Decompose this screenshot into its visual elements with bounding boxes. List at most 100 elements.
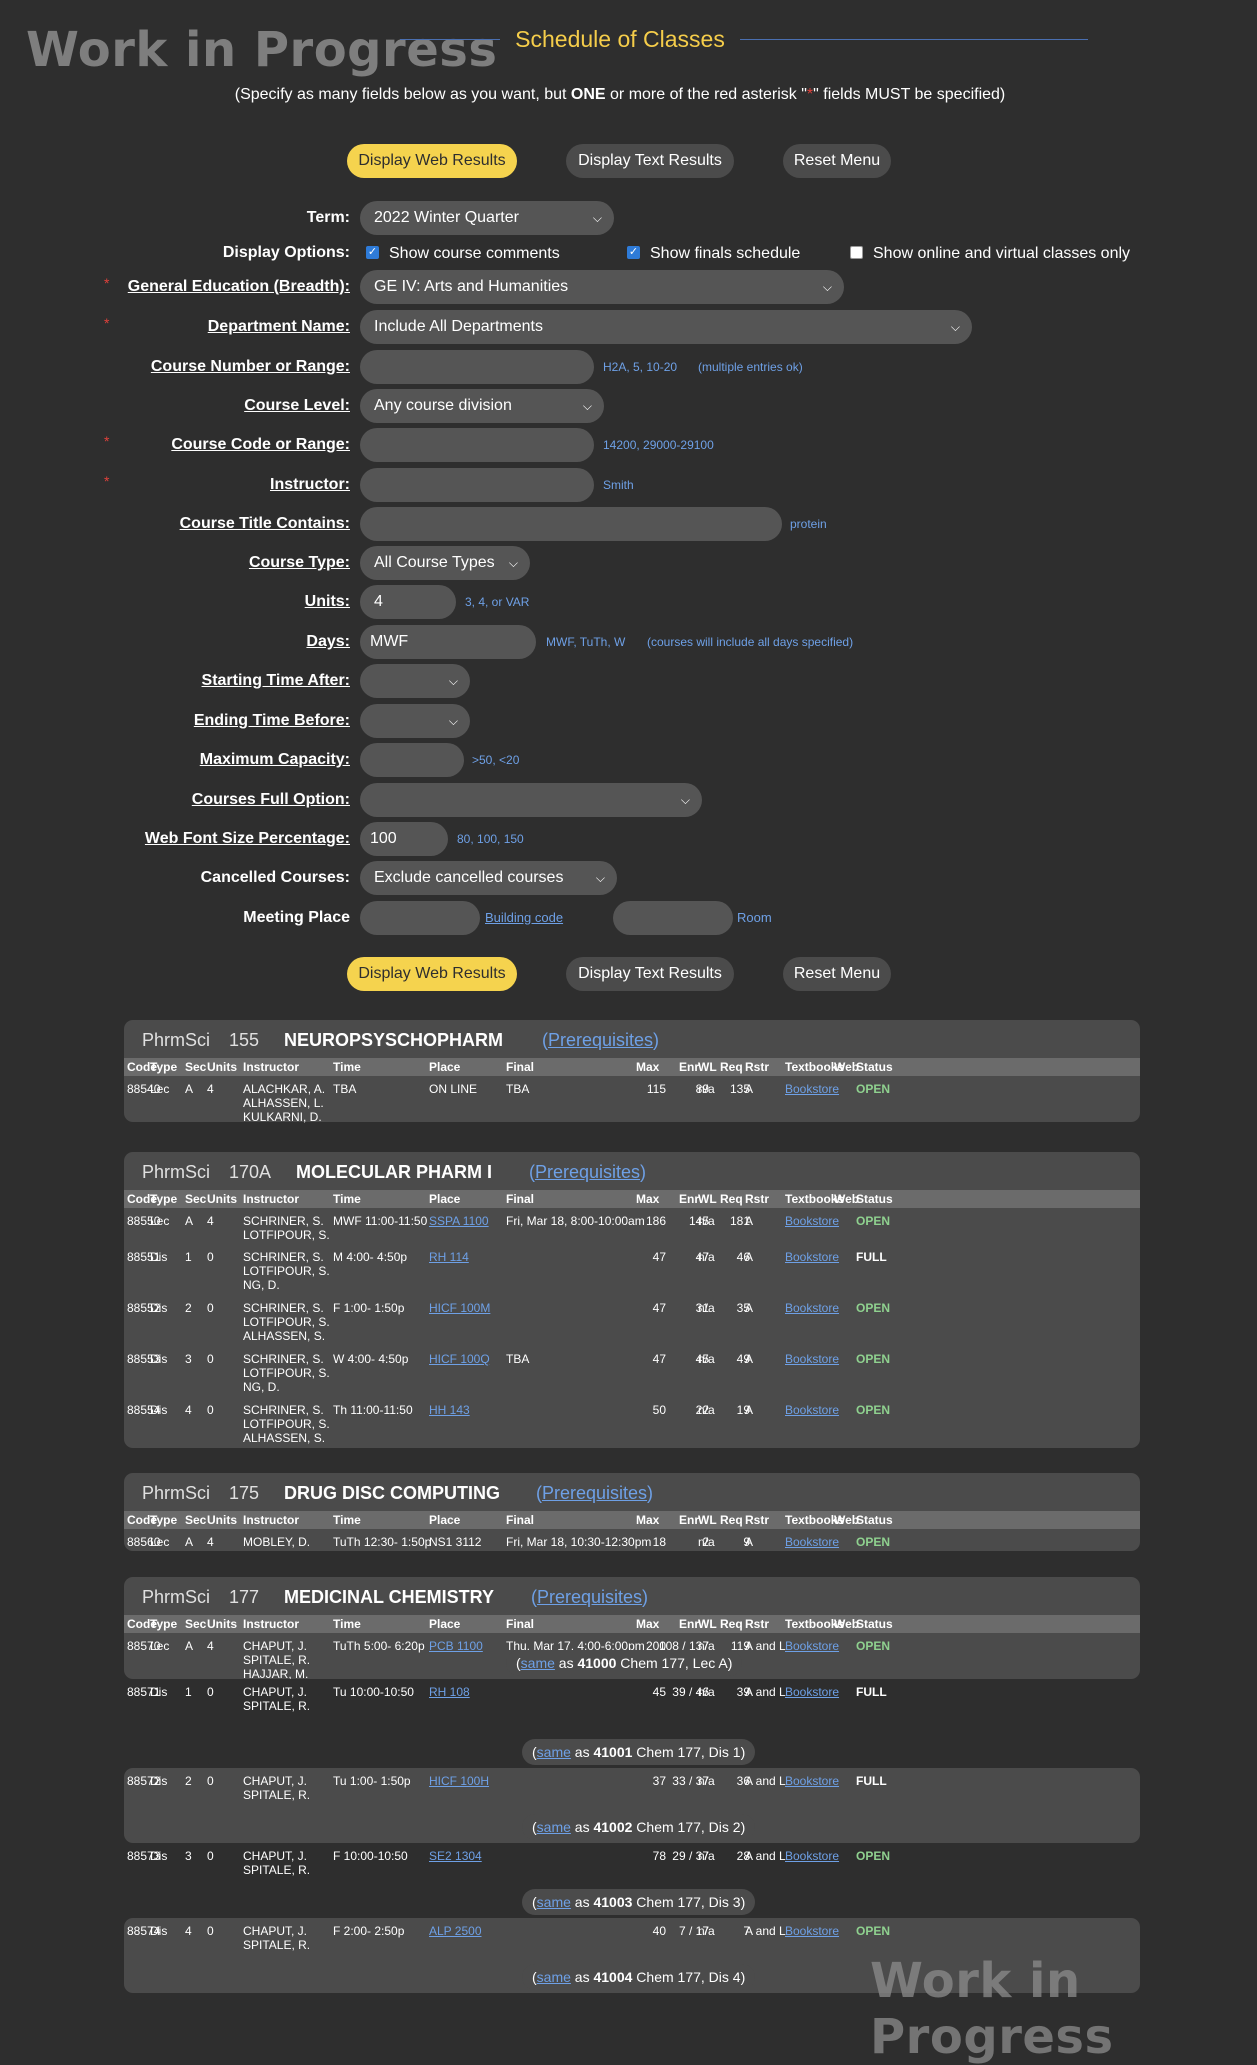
column-header-status: Status [856, 1513, 893, 1527]
place-link[interactable]: ALP 2500 [429, 1924, 482, 1938]
ge-label[interactable]: General Education (Breadth): [128, 270, 350, 304]
term-select[interactable]: 2022 Winter Quarter ⌵ [360, 201, 614, 235]
reset-menu-button[interactable]: Reset Menu [783, 144, 891, 178]
place-link[interactable]: RH 108 [429, 1685, 470, 1699]
max-capacity-label[interactable]: Maximum Capacity: [200, 743, 350, 777]
page-title: Schedule of Classes [515, 26, 725, 52]
room-input[interactable] [613, 901, 733, 935]
display-web-results-button[interactable]: Display Web Results [347, 144, 517, 178]
dept-select[interactable]: Include All Departments ⌵ [360, 310, 972, 344]
bookstore-link[interactable]: Bookstore [785, 1250, 839, 1264]
prerequisites-link[interactable]: Prerequisites [542, 1483, 647, 1503]
ge-select[interactable]: GE IV: Arts and Humanities ⌵ [360, 270, 844, 304]
start-after-select[interactable]: ⌵ [360, 664, 470, 698]
units-cell: 0 [207, 1849, 214, 1863]
sec-cell: 4 [185, 1403, 192, 1417]
same-link[interactable]: same [537, 1744, 571, 1760]
column-header-sec: Sec [185, 1192, 207, 1206]
time-cell: MWF 11:00-11:50 [333, 1214, 428, 1228]
course-type-select[interactable]: All Course Types ⌵ [360, 546, 530, 580]
course-type-label[interactable]: Course Type: [249, 546, 350, 580]
title-contains-label[interactable]: Course Title Contains: [180, 507, 350, 541]
courses-full-label[interactable]: Courses Full Option: [192, 783, 350, 817]
courses-full-select[interactable]: ⌵ [360, 783, 702, 817]
place-link[interactable]: SE2 1304 [429, 1849, 482, 1863]
same-link[interactable]: same [537, 1819, 571, 1835]
bookstore-link[interactable]: Bookstore [785, 1639, 839, 1653]
bookstore-link[interactable]: Bookstore [785, 1849, 839, 1863]
bookstore-link[interactable]: Bookstore [785, 1082, 839, 1096]
units-cell: 4 [207, 1639, 214, 1653]
course-code-label[interactable]: Course Code or Range: [171, 428, 350, 462]
prerequisites-link[interactable]: Prerequisites [535, 1162, 640, 1182]
course-number-input[interactable] [360, 350, 594, 384]
title-contains-input[interactable] [360, 507, 782, 541]
bookstore-link[interactable]: Bookstore [785, 1535, 839, 1549]
instructor-label[interactable]: Instructor: [270, 468, 350, 502]
instructor-input[interactable] [360, 468, 594, 502]
course-level-select[interactable]: Any course division ⌵ [360, 389, 604, 423]
room-hint: Room [737, 910, 772, 925]
cancelled-row: Cancelled Courses: Exclude cancelled cou… [0, 861, 1257, 895]
instructor-cell: SCHRINER, S. LOTFIPOUR, S. ALHASSEN, S. [243, 1403, 330, 1445]
course-level-label[interactable]: Course Level: [244, 389, 350, 423]
place-link[interactable]: PCB 1100 [429, 1639, 483, 1653]
reset-menu-button[interactable]: Reset Menu [783, 957, 891, 991]
finals-checkbox[interactable]: ✓ [627, 246, 640, 259]
font-size-label[interactable]: Web Font Size Percentage: [145, 822, 350, 856]
dept-label[interactable]: Department Name: [208, 310, 350, 344]
bookstore-link[interactable]: Bookstore [785, 1685, 839, 1699]
online-checkbox[interactable] [850, 246, 863, 259]
display-text-results-button[interactable]: Display Text Results [566, 957, 734, 991]
place-link[interactable]: HICF 100H [429, 1774, 489, 1788]
building-input[interactable] [360, 901, 480, 935]
course-number: 170A [229, 1162, 272, 1182]
end-before-select[interactable]: ⌵ [360, 704, 470, 738]
place-link[interactable]: HH 143 [429, 1403, 470, 1417]
units-label[interactable]: Units: [305, 585, 350, 619]
wl-cell: n/a [698, 1352, 715, 1366]
place-link[interactable]: SSPA 1100 [429, 1214, 489, 1228]
bookstore-link[interactable]: Bookstore [785, 1352, 839, 1366]
course-number-label[interactable]: Course Number or Range: [151, 350, 350, 384]
same-as-note: (same as 41003 Chem 177, Dis 3) [522, 1889, 756, 1915]
place-link[interactable]: HICF 100M [429, 1301, 490, 1315]
bookstore-link[interactable]: Bookstore [785, 1403, 839, 1417]
end-before-label[interactable]: Ending Time Before: [194, 704, 350, 738]
column-header-rstr: Rstr [745, 1192, 770, 1206]
type-cell: Dis [150, 1685, 168, 1699]
type-cell: Dis [150, 1352, 168, 1366]
start-after-label[interactable]: Starting Time After: [202, 664, 350, 698]
type-cell: Dis [150, 1403, 168, 1417]
same-link[interactable]: same [537, 1969, 571, 1985]
same-link[interactable]: same [521, 1655, 555, 1671]
prerequisites-link[interactable]: Prerequisites [548, 1030, 653, 1050]
cancelled-select[interactable]: Exclude cancelled courses ⌵ [360, 861, 617, 895]
units-input[interactable]: 4 [360, 585, 456, 619]
display-text-results-button[interactable]: Display Text Results [566, 144, 734, 178]
max-cell: 45 [652, 1685, 666, 1699]
days-input[interactable]: MWF [360, 625, 536, 659]
course-code-input[interactable] [360, 428, 594, 462]
font-size-input[interactable]: 100 [360, 822, 448, 856]
place-link[interactable]: HICF 100Q [429, 1352, 490, 1366]
instructor-cell: CHAPUT, J. SPITALE, R. [243, 1774, 311, 1802]
place-link[interactable]: RH 114 [429, 1250, 469, 1264]
bookstore-link[interactable]: Bookstore [785, 1214, 839, 1228]
max-cell: 47 [652, 1352, 666, 1366]
max-capacity-input[interactable] [360, 743, 464, 777]
table-row: 88554 Dis 4 0 SCHRINER, S. LOTFIPOUR, S. ALHAS… [124, 1397, 1140, 1448]
comments-checkbox[interactable]: ✓ [366, 246, 379, 259]
days-label[interactable]: Days: [306, 625, 350, 659]
bookstore-link[interactable]: Bookstore [785, 1774, 839, 1788]
column-header-instructor: Instructor [243, 1060, 300, 1074]
same-link[interactable]: same [537, 1894, 571, 1910]
building-code-link[interactable]: Building code [485, 901, 563, 935]
prerequisites-link[interactable]: Prerequisites [537, 1587, 642, 1607]
course-code-hint: 14200, 29000-29100 [603, 438, 714, 452]
display-web-results-button[interactable]: Display Web Results [347, 957, 517, 991]
bookstore-link[interactable]: Bookstore [785, 1924, 839, 1938]
course-number-row: Course Number or Range: H2A, 5, 10-20 (m… [0, 350, 1257, 384]
bookstore-link[interactable]: Bookstore [785, 1301, 839, 1315]
button-row-top: Display Web Results Display Text Results… [0, 144, 1257, 184]
